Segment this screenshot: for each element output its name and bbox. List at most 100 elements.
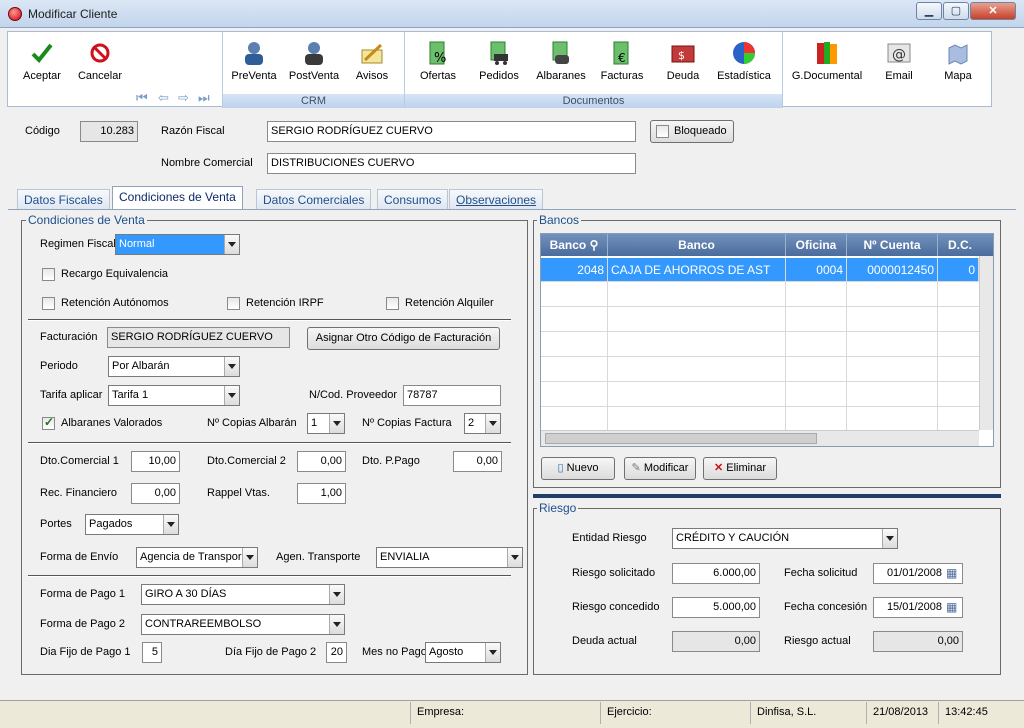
- column-header-cuenta[interactable]: Nº Cuenta: [847, 234, 938, 256]
- email-at-icon: @: [886, 40, 912, 66]
- ofertas-button[interactable]: % Ofertas: [408, 40, 468, 90]
- asignar-codigo-button[interactable]: Asignar Otro Código de Facturación: [307, 327, 500, 350]
- debt-money-icon: $: [670, 40, 696, 66]
- divider: [28, 442, 511, 444]
- facturas-button[interactable]: € Facturas: [592, 40, 652, 90]
- dia-pago2-input[interactable]: 20: [326, 642, 347, 663]
- next-record-icon[interactable]: ⇨: [178, 90, 189, 106]
- email-button[interactable]: @ Email: [869, 40, 929, 90]
- toolbar: Aceptar Cancelar ⏮ ⇦ ⇨ ⏭ PreVenta PostVe…: [7, 31, 992, 108]
- copias-albaran-select[interactable]: 1: [307, 413, 345, 434]
- divider-bar: [533, 494, 1001, 498]
- dto-comercial2-input[interactable]: 0,00: [297, 451, 346, 472]
- vertical-scrollbar[interactable]: [979, 256, 993, 430]
- scrollbar-thumb[interactable]: [545, 433, 817, 444]
- column-line: [607, 282, 608, 430]
- tab-datos-comerciales[interactable]: Datos Comerciales: [256, 189, 372, 209]
- tab-datos-fiscales[interactable]: Datos Fiscales: [17, 189, 110, 209]
- documentos-group-caption: Documentos: [405, 94, 782, 108]
- ret-autonomos-checkbox[interactable]: [42, 297, 55, 310]
- mes-no-pago-select[interactable]: Agosto: [425, 642, 501, 663]
- column-header-oficina[interactable]: Oficina: [786, 234, 847, 256]
- calendar-icon[interactable]: ▦: [946, 600, 957, 614]
- tab-consumos[interactable]: Consumos: [377, 189, 449, 209]
- column-header-banco-code[interactable]: Banco ⚲: [541, 234, 608, 256]
- rappel-label: Rappel Vtas.: [207, 487, 270, 499]
- periodo-select[interactable]: Por Albarán: [108, 356, 240, 377]
- eliminar-button[interactable]: ✕ Eliminar: [703, 457, 777, 480]
- ret-autonomos-label: Retención Autónomos: [61, 297, 169, 309]
- column-line: [937, 282, 938, 430]
- forma-envio-select[interactable]: Agencia de Transpor: [136, 547, 258, 568]
- status-empresa-label: Empresa:: [410, 702, 600, 724]
- svg-text:€: €: [618, 51, 626, 65]
- forma-pago2-label: Forma de Pago 2: [40, 618, 125, 630]
- albaranes-valorados-checkbox[interactable]: [42, 415, 55, 430]
- tab-underline: [8, 209, 1016, 210]
- horizontal-scrollbar[interactable]: [541, 430, 979, 446]
- forma-pago1-select[interactable]: GIRO A 30 DÍAS: [141, 584, 345, 605]
- riesgo-concedido-input[interactable]: 5.000,00: [672, 597, 760, 618]
- gdocumental-button[interactable]: G.Documental: [789, 40, 865, 90]
- dto-comercial2-label: Dto.Comercial 2: [207, 455, 286, 467]
- nuevo-button[interactable]: ▯ Nuevo: [541, 457, 615, 480]
- agencia-transporte-select[interactable]: ENVIALIA: [376, 547, 523, 568]
- entidad-riesgo-select[interactable]: CRÉDITO Y CAUCIÓN: [672, 528, 898, 549]
- check-icon: [29, 40, 55, 66]
- pedidos-button[interactable]: Pedidos: [469, 40, 529, 90]
- dto-comercial1-input[interactable]: 10,00: [131, 451, 180, 472]
- status-company: Dinfisa, S.L.: [750, 702, 866, 724]
- dia-pago1-input[interactable]: 5: [142, 642, 162, 663]
- avisos-button[interactable]: Avisos: [342, 40, 402, 90]
- calendar-icon[interactable]: ▦: [946, 566, 957, 580]
- forma-pago2-select[interactable]: CONTRAREEMBOLSO: [141, 614, 345, 635]
- tarifa-select[interactable]: Tarifa 1: [108, 385, 240, 406]
- facturacion-field: SERGIO RODRÍGUEZ CUERVO: [107, 327, 290, 348]
- regimen-select[interactable]: Normal: [115, 234, 240, 255]
- nombre-comercial-input[interactable]: DISTRIBUCIONES CUERVO: [267, 153, 636, 174]
- mapa-button[interactable]: Mapa: [928, 40, 988, 90]
- window-title: Modificar Cliente: [28, 7, 118, 21]
- column-header-dc[interactable]: D.C.: [938, 234, 993, 256]
- estadistica-button[interactable]: Estadística: [714, 40, 774, 90]
- dto-ppago-input[interactable]: 0,00: [453, 451, 502, 472]
- map-icon: [945, 40, 971, 66]
- bloqueado-toggle[interactable]: Bloqueado: [650, 120, 734, 143]
- tab-condiciones-venta[interactable]: Condiciones de Venta: [112, 186, 243, 210]
- prev-record-icon[interactable]: ⇦: [158, 90, 169, 106]
- razon-fiscal-input[interactable]: SERGIO RODRÍGUEZ CUERVO: [267, 121, 636, 142]
- delivery-doc-icon: [548, 40, 574, 66]
- chevron-down-icon: [329, 414, 344, 433]
- last-record-icon[interactable]: ⏭: [198, 90, 210, 106]
- recargo-checkbox[interactable]: [42, 268, 55, 281]
- riesgo-solicitado-input[interactable]: 6.000,00: [672, 563, 760, 584]
- table-row[interactable]: 2048 CAJA DE AHORROS DE AST 0004 0000012…: [541, 258, 979, 282]
- ret-alquiler-checkbox[interactable]: [386, 297, 399, 310]
- title-bar: Modificar Cliente ▁ ▢ ✕: [0, 0, 1024, 28]
- bloqueado-checkbox[interactable]: [656, 125, 669, 138]
- chevron-down-icon: [882, 529, 897, 548]
- ncod-proveedor-input[interactable]: 78787: [403, 385, 501, 406]
- cancelar-button[interactable]: Cancelar: [70, 40, 130, 90]
- aceptar-button[interactable]: Aceptar: [12, 40, 72, 90]
- postventa-button[interactable]: PostVenta: [284, 40, 344, 90]
- portes-label: Portes: [40, 518, 72, 530]
- preventa-button[interactable]: PreVenta: [224, 40, 284, 90]
- rappel-input[interactable]: 1,00: [297, 483, 346, 504]
- first-record-icon[interactable]: ⏮: [136, 90, 148, 106]
- maximize-button[interactable]: ▢: [943, 2, 969, 20]
- tab-observaciones[interactable]: Observaciones: [449, 189, 544, 209]
- modificar-button[interactable]: ✎ Modificar: [624, 457, 696, 480]
- chevron-down-icon: [485, 414, 500, 433]
- albaranes-button[interactable]: Albaranes: [531, 40, 591, 90]
- rec-financiero-input[interactable]: 0,00: [131, 483, 180, 504]
- deuda-button[interactable]: $ Deuda: [653, 40, 713, 90]
- minimize-button[interactable]: ▁: [916, 2, 942, 20]
- column-header-banco-name[interactable]: Banco: [608, 234, 786, 256]
- new-doc-icon: ▯: [557, 462, 564, 474]
- chevron-down-icon: [485, 643, 500, 662]
- portes-select[interactable]: Pagados: [85, 514, 179, 535]
- close-button[interactable]: ✕: [970, 2, 1016, 20]
- ret-irpf-checkbox[interactable]: [227, 297, 240, 310]
- copias-factura-select[interactable]: 2: [464, 413, 501, 434]
